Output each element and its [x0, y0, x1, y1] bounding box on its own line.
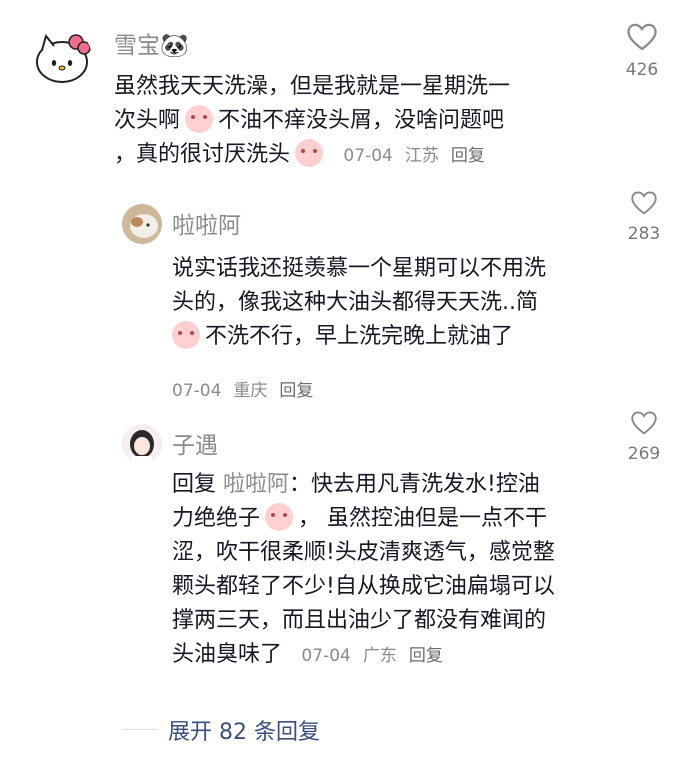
expand-divider: [122, 729, 158, 730]
heart-outline-icon: [631, 191, 657, 215]
crying-face-emoji-icon: [185, 105, 214, 133]
girl-illustration-avatar-icon: [122, 424, 162, 464]
comment-line: ，真的很讨厌洗头 07-04 江苏 回复: [114, 138, 594, 173]
comment-username[interactable]: 啦啦阿: [172, 206, 241, 240]
avatar[interactable]: [32, 28, 92, 88]
like-button[interactable]: 283: [614, 190, 674, 244]
heart-outline-icon: [627, 23, 657, 51]
like-button[interactable]: 269: [614, 410, 674, 464]
comment-location: 重庆: [233, 381, 268, 401]
comment-date: 07-04: [301, 646, 351, 666]
comment-username[interactable]: 雪宝🐼: [114, 26, 189, 60]
comment-text: 回复 啦啦阿：快去用凡青洗发水!控油 力绝绝子 ， 虽然控油但是一点不干 涩，吹干…: [172, 468, 602, 673]
comment-line: 不洗不行，早上洗完晚上就油了: [172, 320, 592, 354]
comment-line: 回复 啦啦阿：快去用凡青洗发水!控油: [172, 468, 602, 502]
avatar[interactable]: [122, 424, 162, 464]
reply-button[interactable]: 回复: [409, 646, 443, 666]
comment-meta: 07-04 重庆 回复: [172, 376, 325, 401]
comment-line: 力绝绝子 ， 虽然控油但是一点不干: [172, 502, 602, 536]
like-button[interactable]: 426: [612, 22, 672, 80]
comment-line: 涩，吹干很柔顺!头皮清爽透气，感觉整: [172, 540, 555, 565]
comment-fragment: 头油臭味了: [172, 642, 283, 667]
comment-line: 虽然我天天洗澡，但是我就是一星期洗一: [114, 74, 511, 99]
comment-line: 说实话我还挺羡慕一个星期可以不用洗: [172, 256, 547, 281]
comment-line: 头油臭味了 07-04 广东 回复: [172, 638, 602, 673]
comment-location: 江苏: [404, 146, 439, 166]
comment-fragment: ， 虽然控油但是一点不干: [298, 506, 548, 531]
expand-replies-button[interactable]: 展开 82 条回复: [168, 714, 320, 746]
cat-photo-avatar-icon: [122, 204, 162, 244]
comment-text: 虽然我天天洗澡，但是我就是一星期洗一 次头啊 不油不痒没头屑，没啥问题吧 ，真的很…: [114, 70, 594, 173]
comment-fragment: 次头啊: [114, 108, 181, 133]
crying-face-emoji-icon: [295, 139, 324, 167]
comment-fragment: 不油不痒没头屑，没啥问题吧: [218, 108, 505, 133]
reply-prefix: 回复: [172, 472, 217, 497]
avatar[interactable]: [122, 204, 162, 244]
heart-outline-icon: [631, 411, 657, 435]
hello-kitty-avatar-icon: [36, 33, 91, 83]
comment-date: 07-04: [343, 146, 393, 166]
comment-text: 说实话我还挺羡慕一个星期可以不用洗 头的，像我这种大油头都得天天洗..简 不洗不…: [172, 252, 592, 354]
mentioned-user[interactable]: 啦啦阿: [223, 472, 289, 497]
like-count: 269: [627, 444, 661, 464]
comment-fragment: ：快去用凡青洗发水!控油: [289, 472, 540, 497]
comment-line: 撑两三天，而且出油少了都没有难闻的: [172, 608, 547, 633]
reply-button[interactable]: 回复: [451, 146, 485, 166]
comment-fragment: ，真的很讨厌洗头: [114, 142, 291, 167]
comment-location: 广东: [362, 646, 397, 666]
comment-fragment: 不洗不行，早上洗完晚上就油了: [205, 324, 514, 349]
like-count: 426: [625, 60, 659, 80]
crying-face-emoji-icon: [172, 321, 200, 349]
comment-line: 头的，像我这种大油头都得天天洗..简: [172, 290, 538, 315]
like-count: 283: [627, 224, 661, 244]
comment-date: 07-04: [172, 381, 222, 401]
comment-line: 次头啊 不油不痒没头屑，没啥问题吧: [114, 104, 594, 138]
comment-line: 颗头都轻了不少!自从换成它油扁塌可以: [172, 574, 555, 599]
comment-username[interactable]: 子遇: [172, 426, 218, 460]
comment-fragment: 力绝绝子: [172, 506, 261, 531]
reply-button[interactable]: 回复: [279, 381, 313, 401]
crying-face-emoji-icon: [265, 503, 294, 531]
